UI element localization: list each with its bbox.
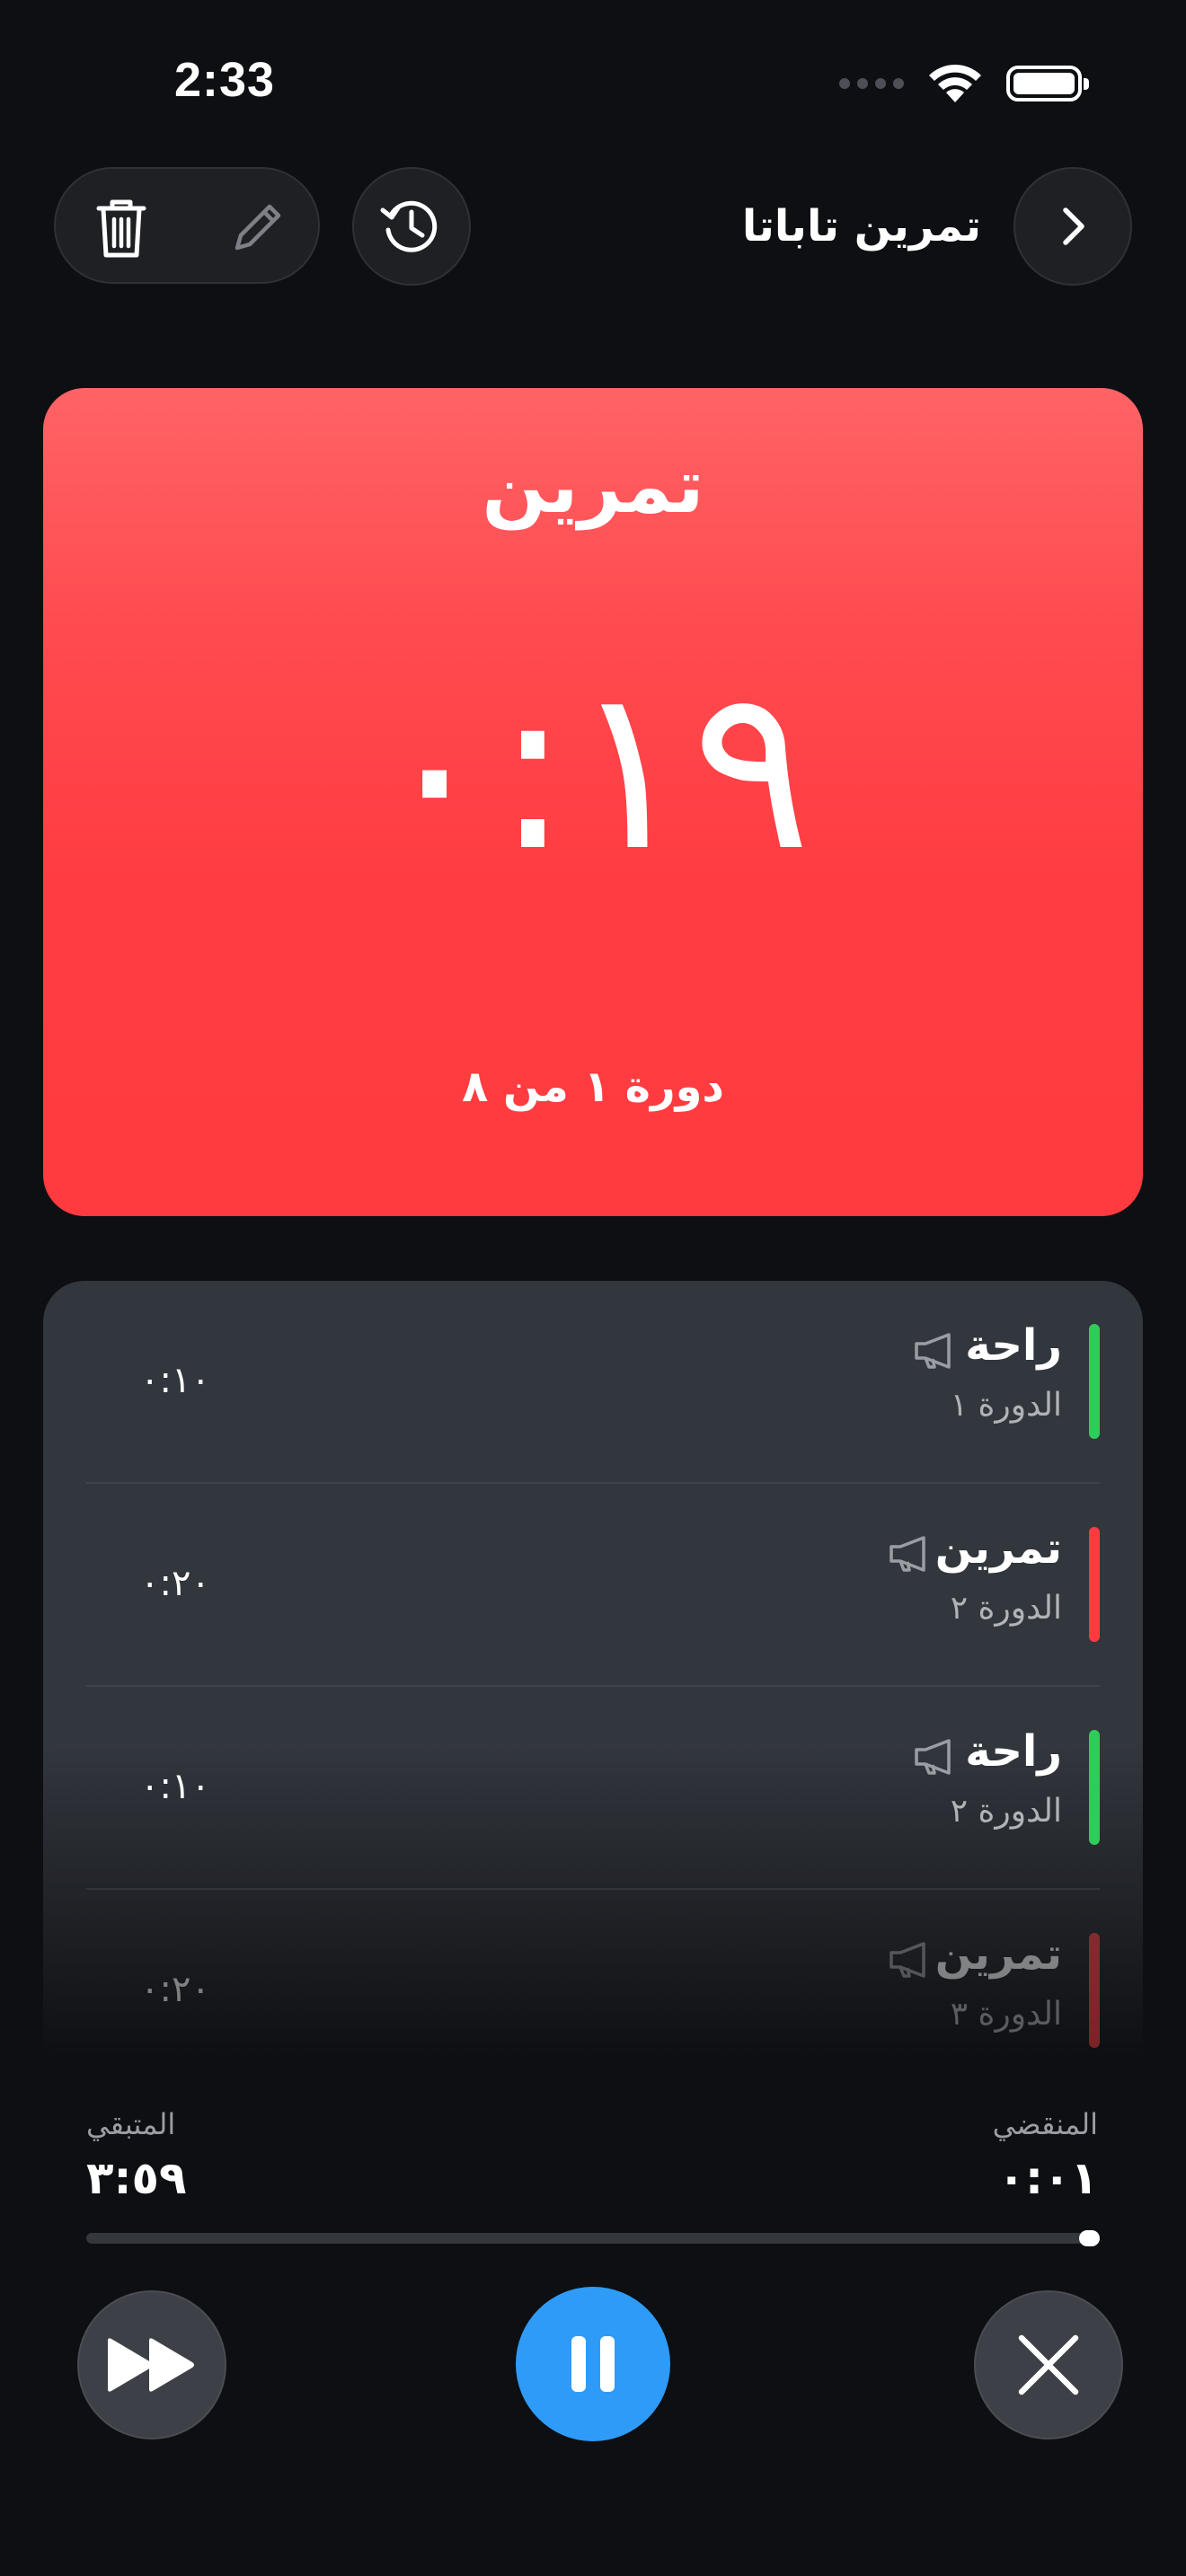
close-button[interactable] bbox=[974, 2290, 1123, 2439]
interval-color-bar bbox=[1089, 1527, 1100, 1642]
skip-button[interactable] bbox=[77, 2290, 226, 2439]
status-time: 2:33 bbox=[173, 53, 276, 107]
interval-duration: ٠:١٠ bbox=[140, 1766, 210, 1807]
cellular-signal-icon bbox=[839, 78, 904, 89]
interval-round: الدورة ٢ bbox=[950, 1793, 1062, 1830]
interval-name: تمرين bbox=[934, 1929, 1062, 1980]
interval-color-bar bbox=[1089, 1730, 1100, 1845]
remaining-label: المتبقي bbox=[86, 2107, 176, 2141]
interval-name: راحة bbox=[965, 1320, 1062, 1371]
megaphone-icon[interactable] bbox=[888, 1534, 934, 1574]
edit-actions-pill bbox=[54, 167, 320, 284]
pencil-icon[interactable] bbox=[225, 196, 288, 259]
interval-duration: ٠:١٠ bbox=[140, 1360, 210, 1401]
interval-list[interactable]: راحة الدورة ١ ٠:١٠ تمرين الدورة ٢ ٠:٢٠ ر… bbox=[43, 1281, 1143, 2057]
pause-button[interactable] bbox=[516, 2287, 670, 2441]
interval-row[interactable]: تمرين الدورة ٢ ٠:٢٠ bbox=[86, 1484, 1143, 1685]
progress-fill bbox=[1079, 2230, 1100, 2246]
interval-duration: ٠:٢٠ bbox=[140, 1969, 210, 2010]
battery-icon bbox=[1006, 66, 1089, 101]
progress-bar[interactable] bbox=[86, 2230, 1100, 2246]
forward-button[interactable] bbox=[1013, 167, 1132, 286]
interval-name: تمرين bbox=[934, 1523, 1062, 1574]
phase-countdown: ٠:١٩ bbox=[374, 639, 812, 900]
history-icon bbox=[380, 200, 438, 252]
elapsed-label: المنقضي bbox=[992, 2107, 1098, 2141]
trash-icon[interactable] bbox=[86, 192, 156, 262]
status-indicators bbox=[839, 63, 1089, 104]
workout-title: تمرين تاباتا bbox=[741, 201, 981, 251]
interval-row[interactable]: راحة الدورة ١ ٠:١٠ bbox=[86, 1281, 1143, 1482]
interval-color-bar bbox=[1089, 1324, 1100, 1439]
interval-row[interactable]: تمرين الدورة ٣ ٠:٢٠ bbox=[86, 1890, 1143, 2057]
phase-round: دورة ١ من ٨ bbox=[461, 1062, 725, 1112]
megaphone-icon[interactable] bbox=[913, 1331, 960, 1371]
wifi-icon bbox=[929, 64, 981, 102]
interval-duration: ٠:٢٠ bbox=[140, 1563, 210, 1604]
megaphone-icon[interactable] bbox=[888, 1940, 934, 1980]
skip-forward-icon bbox=[108, 2338, 194, 2392]
pause-icon bbox=[571, 2336, 615, 2392]
chevron-right-icon bbox=[1063, 207, 1084, 245]
timer-screen: 2:33 تمرين تاباتا تمرين ٠:١٩ دورة ١ من ٨… bbox=[0, 0, 1186, 2576]
interval-round: الدورة ١ bbox=[950, 1387, 1062, 1424]
interval-round: الدورة ٢ bbox=[950, 1590, 1062, 1627]
phase-name: تمرين bbox=[482, 442, 704, 530]
interval-name: راحة bbox=[965, 1726, 1062, 1777]
close-icon bbox=[1018, 2334, 1079, 2395]
elapsed-value: ٠:٠١ bbox=[997, 2152, 1098, 2204]
interval-round: الدورة ٣ bbox=[950, 1996, 1062, 2033]
history-button[interactable] bbox=[352, 167, 471, 286]
current-phase-card: تمرين ٠:١٩ دورة ١ من ٨ bbox=[43, 388, 1143, 1216]
megaphone-icon[interactable] bbox=[913, 1737, 960, 1777]
remaining-value: ٣:٥٩ bbox=[86, 2152, 187, 2204]
interval-color-bar bbox=[1089, 1933, 1100, 2048]
interval-row[interactable]: راحة الدورة ٢ ٠:١٠ bbox=[86, 1687, 1143, 1888]
